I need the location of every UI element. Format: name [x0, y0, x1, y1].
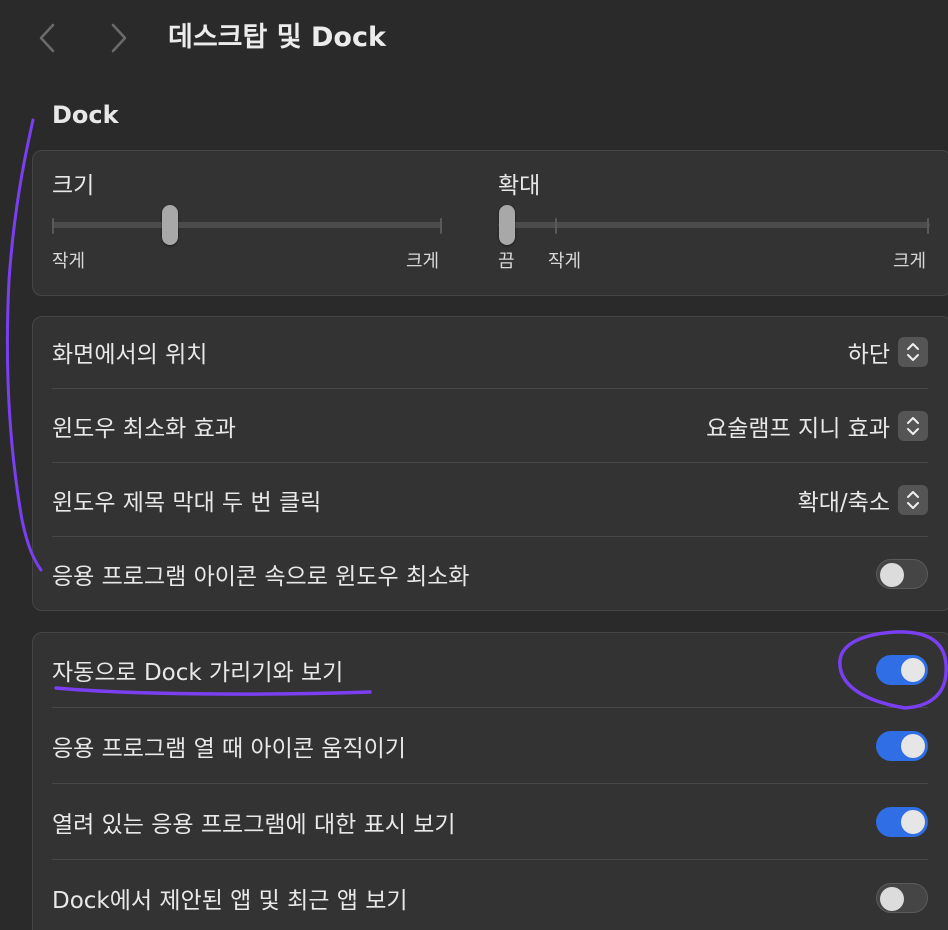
row-label: Dock에서 제안된 앱 및 최근 앱 보기: [52, 888, 408, 914]
show-indicators-toggle[interactable]: [876, 807, 928, 837]
popup-value: 요술램프 지니 효과: [706, 416, 890, 442]
toggle-thumb: [901, 810, 925, 834]
show-suggested-apps-toggle[interactable]: [876, 883, 928, 913]
row-label: 윈도우 최소화 효과: [52, 416, 236, 442]
auto-hide-dock-toggle[interactable]: [876, 655, 928, 685]
chevron-right-icon: [111, 23, 127, 53]
size-slider-track[interactable]: [52, 222, 442, 228]
page-title: 데스크탑 및 Dock: [168, 22, 386, 53]
chevron-left-icon: [39, 23, 55, 53]
magnification-min-label: 작게: [548, 251, 582, 272]
position-popup[interactable]: 하단: [848, 335, 928, 369]
forward-button[interactable]: [104, 18, 134, 58]
minimize-effect-popup[interactable]: 요술램프 지니 효과: [706, 409, 928, 443]
size-slider-knob[interactable]: [162, 205, 178, 245]
row-label: 윈도우 제목 막대 두 번 클릭: [52, 490, 322, 516]
row-show-indicators: 열려 있는 응용 프로그램에 대한 표시 보기: [52, 786, 928, 858]
toggle-thumb: [880, 887, 904, 911]
row-animate-opening: 응용 프로그램 열 때 아이콘 움직이기: [52, 710, 928, 782]
up-down-chevron-icon: [898, 337, 928, 367]
row-title-bar-double-click: 윈도우 제목 막대 두 번 클릭 확대/축소: [52, 464, 928, 536]
toggle-thumb: [880, 563, 904, 587]
divider: [52, 462, 928, 463]
row-show-suggested-apps: Dock에서 제안된 앱 및 최근 앱 보기: [52, 862, 928, 930]
divider: [52, 388, 928, 389]
animate-opening-toggle[interactable]: [876, 731, 928, 761]
up-down-chevron-icon: [898, 485, 928, 515]
magnification-slider-label: 확대: [498, 173, 541, 199]
divider: [52, 707, 928, 708]
popup-value: 확대/축소: [797, 490, 890, 516]
row-label: 자동으로 Dock 가리기와 보기: [52, 660, 344, 686]
row-label: 응용 프로그램 열 때 아이콘 움직이기: [52, 736, 406, 762]
desktop-dock-settings-window: 데스크탑 및 Dock Dock 크기 작게 크게 확대 끔 작게 크게 화면에…: [0, 0, 948, 930]
up-down-chevron-icon: [898, 411, 928, 441]
magnification-off-label: 끔: [498, 251, 515, 272]
magnification-slider-tick-min: [555, 218, 557, 234]
magnification-slider-track[interactable]: [498, 222, 930, 228]
magnification-max-label: 크게: [893, 251, 927, 272]
title-bar-double-click-popup[interactable]: 확대/축소: [798, 483, 928, 517]
size-slider-tick-max: [440, 218, 442, 234]
divider: [52, 783, 928, 784]
row-label: 응용 프로그램 아이콘 속으로 윈도우 최소화: [52, 564, 470, 590]
row-label: 화면에서의 위치: [52, 342, 208, 368]
size-slider-label: 크기: [52, 173, 95, 199]
magnification-slider-knob[interactable]: [499, 205, 515, 245]
toggle-thumb: [901, 734, 925, 758]
size-slider-min-label: 작게: [52, 251, 86, 272]
size-slider-tick-min: [52, 218, 54, 234]
row-auto-hide-dock: 자동으로 Dock 가리기와 보기: [52, 634, 928, 706]
size-slider-max-label: 크게: [406, 251, 440, 272]
row-screen-position: 화면에서의 위치 하단: [52, 316, 928, 388]
row-label: 열려 있는 응용 프로그램에 대한 표시 보기: [52, 812, 456, 838]
popup-value: 하단: [847, 342, 890, 368]
row-minimize-into-icon: 응용 프로그램 아이콘 속으로 윈도우 최소화: [52, 538, 928, 610]
back-button[interactable]: [32, 18, 62, 58]
section-title-dock: Dock: [52, 101, 119, 129]
divider: [52, 859, 928, 860]
row-minimize-effect: 윈도우 최소화 효과 요술램프 지니 효과: [52, 390, 928, 462]
minimize-into-icon-toggle[interactable]: [876, 559, 928, 589]
magnification-slider-tick-max: [927, 218, 929, 234]
divider: [52, 536, 928, 537]
toggle-thumb: [901, 658, 925, 682]
